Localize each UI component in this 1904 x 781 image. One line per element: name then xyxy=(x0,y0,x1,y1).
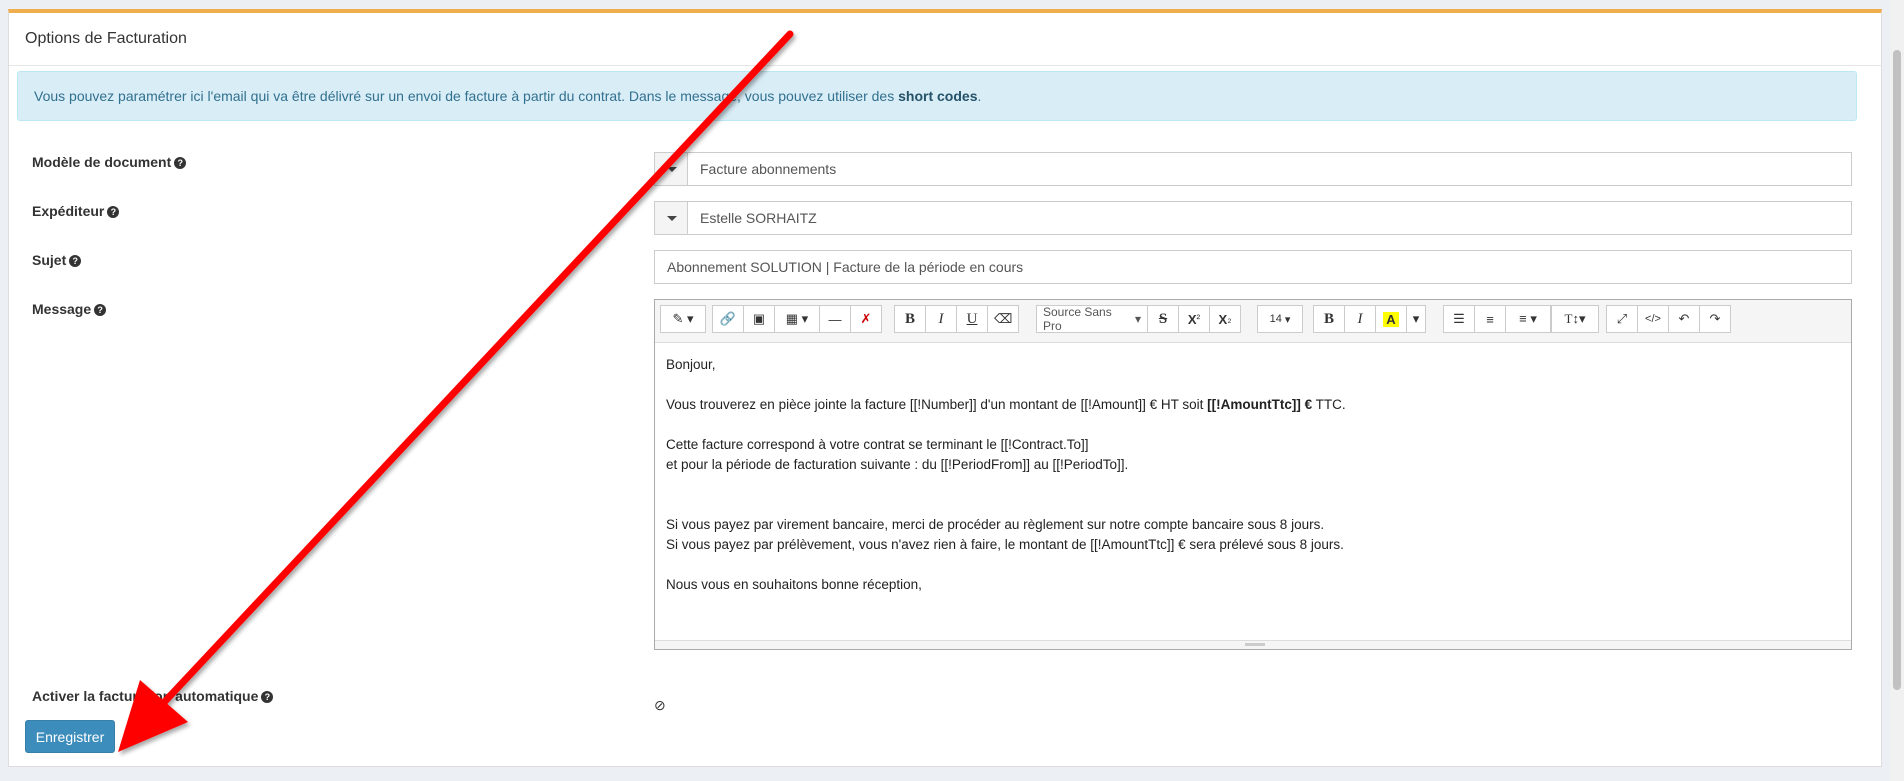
help-icon[interactable]: ? xyxy=(69,255,82,267)
alert-text: Vous pouvez paramétrer ici l'email qui v… xyxy=(34,88,895,104)
expediteur-value: Estelle SORHAITZ xyxy=(700,210,817,226)
modele-value: Facture abonnements xyxy=(700,161,837,177)
chevron-down-icon[interactable]: ▾ xyxy=(1406,305,1426,333)
fullscreen-icon[interactable]: ⤢ xyxy=(1606,305,1638,333)
toolbar-group-view: ⤢ </> ↶ ↷ xyxy=(1606,305,1731,335)
info-alert: Vous pouvez paramétrer ici l'email qui v… xyxy=(17,71,1857,121)
superscript-icon[interactable]: X² xyxy=(1178,305,1210,333)
toolbar-group-insert: 🔗 ▣ ▦ ▾ — ✗ xyxy=(712,305,882,335)
font-family-select[interactable]: Source Sans Pro ▾ xyxy=(1036,305,1148,333)
expediteur-select[interactable]: Estelle SORHAITZ xyxy=(654,201,1852,235)
message-text: TTC. xyxy=(1312,397,1346,412)
font-size-select[interactable]: 14 ▾ xyxy=(1257,305,1303,333)
ordered-list-icon[interactable]: ≡ xyxy=(1474,305,1506,333)
help-icon[interactable]: ? xyxy=(94,304,107,316)
align-icon[interactable]: ≡ ▾ xyxy=(1505,305,1551,333)
clear-format-icon[interactable]: ✗ xyxy=(850,305,882,333)
save-button[interactable]: Enregistrer xyxy=(25,720,115,753)
help-icon[interactable]: ? xyxy=(107,206,120,218)
message-blank-line xyxy=(666,495,1840,515)
message-bold-text: [[!AmountTtc]] € xyxy=(1207,397,1313,412)
help-icon[interactable]: ? xyxy=(174,157,187,169)
message-line: Vous trouverez en pièce jointe la factur… xyxy=(666,395,1840,415)
ban-icon[interactable]: ⊘ xyxy=(654,697,666,714)
toolbar-group-format: B I U ⌫ xyxy=(894,305,1020,335)
message-editor[interactable]: ✎ ▾ 🔗 ▣ ▦ ▾ — ✗ B I U ⌫ Source Sans Pro … xyxy=(654,299,1852,650)
font-family-value: Source Sans Pro xyxy=(1043,305,1112,333)
auto-billing-label-text: Activer la facturation automatique xyxy=(32,688,259,704)
eraser-icon[interactable]: ⌫ xyxy=(987,305,1020,333)
message-blank-line xyxy=(666,475,1840,495)
sujet-label: Sujet? xyxy=(32,252,82,268)
toolbar-group-font: Source Sans Pro ▾ S X² X₂ xyxy=(1036,305,1241,335)
strikethrough-button[interactable]: S xyxy=(1147,305,1179,333)
editor-resize-handle[interactable] xyxy=(655,640,1851,649)
alert-end: . xyxy=(977,88,982,104)
sujet-label-text: Sujet xyxy=(32,252,67,268)
magic-wand-icon[interactable]: ✎ ▾ xyxy=(660,305,706,333)
image-icon[interactable]: ▣ xyxy=(743,305,775,333)
horizontal-rule-icon[interactable]: — xyxy=(819,305,851,333)
redo-icon[interactable]: ↷ xyxy=(1699,305,1731,333)
toolbar-group-height: T↕ ▾ xyxy=(1551,305,1599,335)
highlight-letter: A xyxy=(1383,311,1399,327)
table-icon[interactable]: ▦ ▾ xyxy=(774,305,820,333)
message-line: et pour la période de facturation suivan… xyxy=(666,457,1129,472)
modele-label-text: Modèle de document xyxy=(32,154,172,170)
undo-icon[interactable]: ↶ xyxy=(1668,305,1700,333)
line-height-select[interactable]: T↕ ▾ xyxy=(1551,305,1599,333)
panel-divider xyxy=(9,65,1881,66)
auto-billing-label: Activer la facturation automatique? xyxy=(32,688,274,704)
message-line: Nous vous en souhaitons bonne réception, xyxy=(666,577,922,592)
chevron-down-icon[interactable] xyxy=(655,153,688,185)
help-icon[interactable]: ? xyxy=(261,691,274,703)
message-line: Bonjour, xyxy=(666,357,716,372)
modele-select[interactable]: Facture abonnements xyxy=(654,152,1852,186)
message-blank-line xyxy=(666,415,1840,435)
code-view-icon[interactable]: </> xyxy=(1637,305,1669,333)
message-label: Message? xyxy=(32,301,107,317)
toolbar-group-para: ☰ ≡ ≡ ▾ xyxy=(1443,305,1551,335)
toolbar-group-color: B I A ▾ xyxy=(1313,305,1426,335)
link-icon[interactable]: 🔗 xyxy=(712,305,744,333)
toolbar-group-size: 14 ▾ xyxy=(1257,305,1303,335)
toolbar-group-style: ✎ ▾ xyxy=(660,305,706,335)
unordered-list-icon[interactable]: ☰ xyxy=(1443,305,1475,333)
message-line: Cette facture correspond à votre contrat… xyxy=(666,437,1089,452)
panel-title: Options de Facturation xyxy=(25,30,187,47)
underline-button[interactable]: U xyxy=(956,305,988,333)
expediteur-label: Expéditeur? xyxy=(32,203,120,219)
short-codes-link[interactable]: short codes xyxy=(898,88,977,104)
subscript-icon[interactable]: X₂ xyxy=(1209,305,1241,333)
font-size-value: 14 xyxy=(1269,313,1282,325)
editor-toolbar: ✎ ▾ 🔗 ▣ ▦ ▾ — ✗ B I U ⌫ Source Sans Pro … xyxy=(655,300,1851,343)
message-blank-line xyxy=(666,375,1840,395)
page-scrollbar[interactable] xyxy=(1890,0,1904,781)
scrollbar-thumb[interactable] xyxy=(1893,50,1901,690)
italic-button-2[interactable]: I xyxy=(1344,305,1376,333)
bold-button[interactable]: B xyxy=(894,305,926,333)
bold-button-2[interactable]: B xyxy=(1313,305,1345,333)
message-label-text: Message xyxy=(32,301,92,317)
message-line: Si vous payez par prélèvement, vous n'av… xyxy=(666,537,1344,552)
chevron-down-icon[interactable] xyxy=(655,202,688,234)
modele-label: Modèle de document? xyxy=(32,154,187,170)
message-blank-line xyxy=(666,555,1840,575)
sujet-input[interactable] xyxy=(655,251,1851,283)
text-height-label: T↕ xyxy=(1564,311,1579,326)
message-line: Si vous payez par virement bancaire, mer… xyxy=(666,517,1325,532)
editor-content[interactable]: Bonjour, Vous trouverez en pièce jointe … xyxy=(666,355,1840,595)
italic-button[interactable]: I xyxy=(925,305,957,333)
message-text: Vous trouverez en pièce jointe la factur… xyxy=(666,397,1208,412)
expediteur-label-text: Expéditeur xyxy=(32,203,105,219)
sujet-field[interactable] xyxy=(654,250,1852,284)
highlight-color-icon[interactable]: A xyxy=(1375,305,1407,333)
